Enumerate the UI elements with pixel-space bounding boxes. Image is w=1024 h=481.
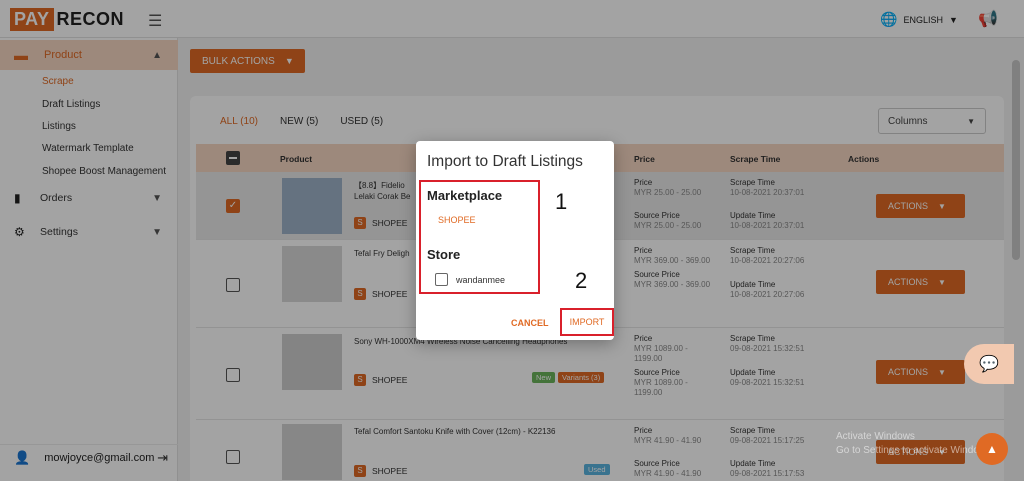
watermark-line1: Activate Windows xyxy=(836,431,915,442)
chat-icon[interactable]: 💬 xyxy=(964,344,1014,384)
marketplace-option[interactable]: SHOPEE xyxy=(438,215,476,225)
import-button[interactable]: IMPORT xyxy=(560,308,614,336)
modal-title: Import to Draft Listings xyxy=(427,153,583,170)
store-name: wandanmee xyxy=(456,275,506,285)
import-modal: Import to Draft Listings Marketplace SHO… xyxy=(416,141,614,340)
cancel-button[interactable]: CANCEL xyxy=(511,318,549,328)
annotation-step-2: 2 xyxy=(575,268,588,293)
watermark-line2: Go to Settings to activate Windows. xyxy=(836,445,994,456)
import-label: IMPORT xyxy=(569,317,605,327)
marketplace-label: Marketplace xyxy=(427,188,503,203)
store-label: Store xyxy=(427,247,461,262)
scroll-top-button[interactable]: ▲ xyxy=(976,433,1008,465)
annotation-step-1: 1 xyxy=(555,189,568,214)
store-checkbox[interactable] xyxy=(435,273,448,286)
windows-activation-watermark: Activate Windows Go to Settings to activ… xyxy=(836,430,994,458)
